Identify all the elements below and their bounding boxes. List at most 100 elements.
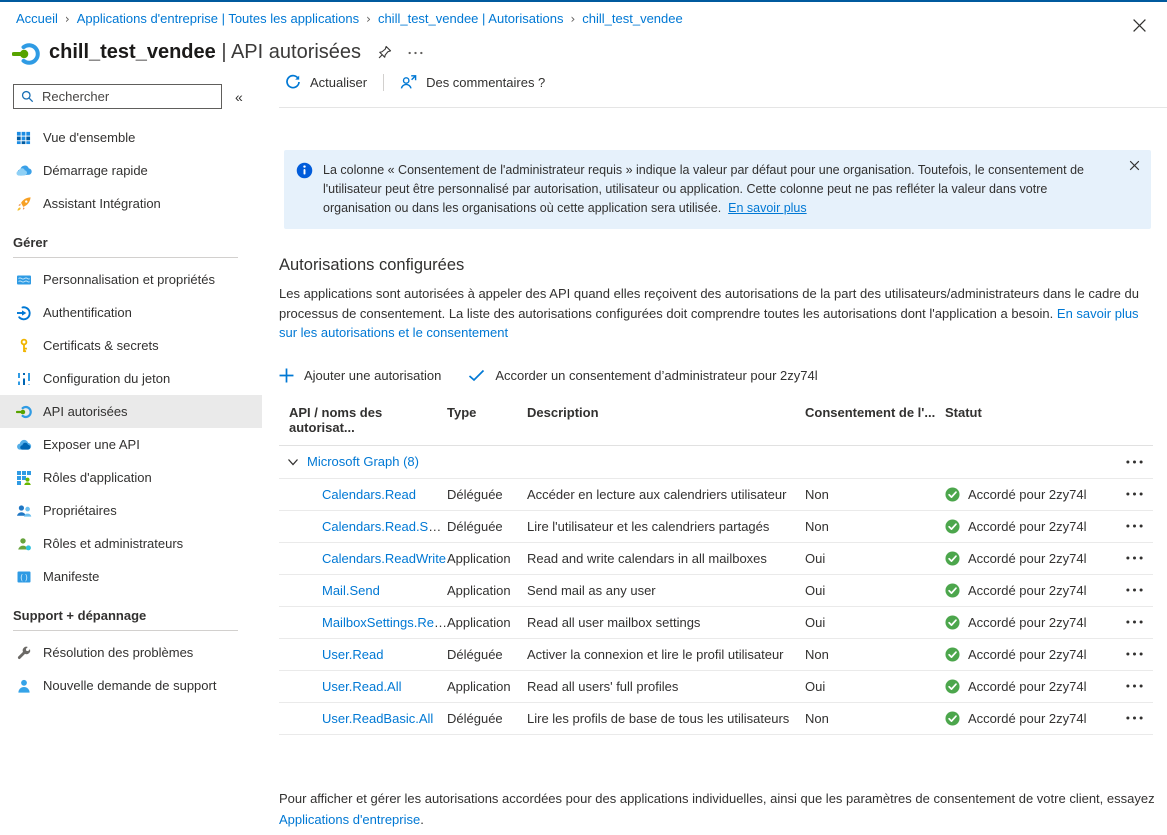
sidebar-item-label: Propriétaires xyxy=(43,503,117,518)
admin-consent-value: Oui xyxy=(805,551,945,566)
permission-link[interactable]: Calendars.Read.Shared xyxy=(322,519,447,534)
support-person-icon xyxy=(15,678,32,694)
column-header: API / noms des autorisat... xyxy=(279,405,447,435)
sidebar-item-label: Certificats & secrets xyxy=(43,338,159,353)
admin-consent-value: Non xyxy=(805,519,945,534)
permission-type: Application xyxy=(447,679,527,694)
sidebar-item-label: Assistant Intégration xyxy=(43,196,161,211)
branding-icon xyxy=(15,272,32,288)
sidebar-item-manifest[interactable]: ()Manifeste xyxy=(0,560,262,593)
close-icon[interactable] xyxy=(1132,18,1147,36)
breadcrumb: Accueil›Applications d'entreprise | Tout… xyxy=(0,2,1167,26)
sidebar-item-authentication[interactable]: Authentification xyxy=(0,296,262,329)
permission-link[interactable]: Calendars.ReadWrite xyxy=(322,551,446,566)
row-menu-button[interactable] xyxy=(1126,492,1153,496)
enterprise-applications-link[interactable]: Applications d'entreprise xyxy=(279,812,420,827)
sidebar-search[interactable] xyxy=(13,84,222,109)
column-header: Consentement de l'... xyxy=(805,405,945,435)
permission-description: Send mail as any user xyxy=(527,583,805,598)
sidebar-item-expose-api[interactable]: Exposer une API xyxy=(0,428,262,461)
admin-consent-value: Non xyxy=(805,487,945,502)
sidebar-item-token-configuration[interactable]: Configuration du jeton xyxy=(0,362,262,395)
row-menu-button[interactable] xyxy=(1126,652,1153,656)
more-options-icon[interactable] xyxy=(408,51,423,55)
row-menu-button[interactable] xyxy=(1126,716,1153,720)
row-menu-button[interactable] xyxy=(1126,684,1153,688)
sidebar-item-branding[interactable]: Personnalisation et propriétés xyxy=(0,263,262,296)
breadcrumb-link[interactable]: chill_test_vendee xyxy=(582,11,682,26)
table-row: User.ReadBasic.AllDéléguéeLire les profi… xyxy=(279,703,1153,735)
permission-link[interactable]: User.ReadBasic.All xyxy=(322,711,433,726)
sidebar-item-label: Manifeste xyxy=(43,569,99,584)
sidebar-item-quickstart[interactable]: Démarrage rapide xyxy=(0,154,262,187)
check-icon xyxy=(468,369,485,382)
search-input[interactable] xyxy=(40,88,214,105)
section-description: Les applications sont autorisées à appel… xyxy=(279,284,1155,343)
column-header: Statut xyxy=(945,405,1109,435)
sidebar-item-app-roles[interactable]: Rôles d'application xyxy=(0,461,262,494)
status-text: Accordé pour 2zy74l xyxy=(968,647,1087,662)
granted-check-icon xyxy=(945,615,960,630)
permission-description: Read all user mailbox settings xyxy=(527,615,805,630)
banner-close-icon[interactable] xyxy=(1129,159,1140,174)
row-menu-button[interactable] xyxy=(1126,556,1153,560)
refresh-button[interactable]: Actualiser xyxy=(279,71,373,93)
permission-link[interactable]: MailboxSettings.Read xyxy=(322,615,447,630)
permission-link[interactable]: Calendars.Read xyxy=(322,487,416,502)
granted-check-icon xyxy=(945,519,960,534)
row-menu-button[interactable] xyxy=(1126,524,1153,528)
permissions-table: API / noms des autorisat...TypeDescripti… xyxy=(279,398,1153,735)
actions-bar: Ajouter une autorisation Accorder un con… xyxy=(279,368,1167,383)
quickstart-cloud-icon xyxy=(15,163,32,179)
chevron-down-icon xyxy=(287,456,299,468)
sidebar-item-roles-admins[interactable]: Rôles et administrateurs xyxy=(0,527,262,560)
api-group-toggle[interactable]: Microsoft Graph (8) xyxy=(279,454,1109,469)
sidebar-item-api-permissions[interactable]: API autorisées xyxy=(0,395,262,428)
collapse-sidebar-button[interactable]: « xyxy=(235,89,243,105)
row-menu-button[interactable] xyxy=(1126,588,1153,592)
sidebar-item-integration-assistant[interactable]: Assistant Intégration xyxy=(0,187,262,220)
table-row: Calendars.Read.SharedDéléguéeLire l'util… xyxy=(279,511,1153,543)
admin-consent-value: Non xyxy=(805,711,945,726)
granted-check-icon xyxy=(945,583,960,598)
page-title: chill_test_vendee | API autorisées xyxy=(49,41,361,64)
sidebar-item-troubleshoot[interactable]: Résolution des problèmes xyxy=(0,636,262,669)
sidebar-item-label: Configuration du jeton xyxy=(43,371,170,386)
toolbar: Actualiser Des commentaires ? xyxy=(279,78,1167,108)
banner-text: La colonne « Consentement de l'administr… xyxy=(323,161,1117,218)
rocket-icon xyxy=(15,196,32,212)
sidebar-item-owners[interactable]: Propriétaires xyxy=(0,494,262,527)
permission-type: Déléguée xyxy=(447,519,527,534)
sidebar-item-support-request[interactable]: Nouvelle demande de support xyxy=(0,669,262,702)
page-header: chill_test_vendee | API autorisées xyxy=(0,26,1167,68)
sidebar-section-header: Gérer xyxy=(0,220,262,257)
row-menu-button[interactable] xyxy=(1126,460,1153,464)
permission-link[interactable]: Mail.Send xyxy=(322,583,380,598)
grant-admin-consent-button[interactable]: Accorder un consentement d’administrateu… xyxy=(468,368,817,383)
permission-link[interactable]: User.Read.All xyxy=(322,679,401,694)
permission-description: Accéder en lecture aux calendriers utili… xyxy=(527,487,805,502)
banner-learn-more-link[interactable]: En savoir plus xyxy=(728,201,807,215)
main-content: Actualiser Des commentaires ? La colonne… xyxy=(262,78,1167,830)
admin-consent-value: Non xyxy=(805,647,945,662)
sidebar-divider xyxy=(13,630,238,631)
add-permission-button[interactable]: Ajouter une autorisation xyxy=(279,368,441,383)
sidebar-divider xyxy=(13,257,238,258)
pin-icon[interactable] xyxy=(377,45,392,60)
authentication-icon xyxy=(15,305,32,321)
permission-link[interactable]: User.Read xyxy=(322,647,383,662)
sidebar-item-certificates-secrets[interactable]: Certificats & secrets xyxy=(0,329,262,362)
api-group-row: Microsoft Graph (8) xyxy=(279,446,1153,479)
breadcrumb-link[interactable]: Applications d'entreprise | Toutes les a… xyxy=(77,11,359,26)
sidebar: « Vue d'ensemble Démarrage rapide Assistan… xyxy=(0,78,262,702)
permission-type: Application xyxy=(447,583,527,598)
feedback-button[interactable]: Des commentaires ? xyxy=(394,71,551,93)
sidebar-section-header: Support + dépannage xyxy=(0,593,262,630)
search-icon xyxy=(21,90,34,103)
breadcrumb-link[interactable]: chill_test_vendee | Autorisations xyxy=(378,11,564,26)
row-menu-button[interactable] xyxy=(1126,620,1153,624)
sidebar-item-overview[interactable]: Vue d'ensemble xyxy=(0,121,262,154)
status-text: Accordé pour 2zy74l xyxy=(968,711,1087,726)
breadcrumb-link[interactable]: Accueil xyxy=(16,11,58,26)
sidebar-item-label: Démarrage rapide xyxy=(43,163,148,178)
